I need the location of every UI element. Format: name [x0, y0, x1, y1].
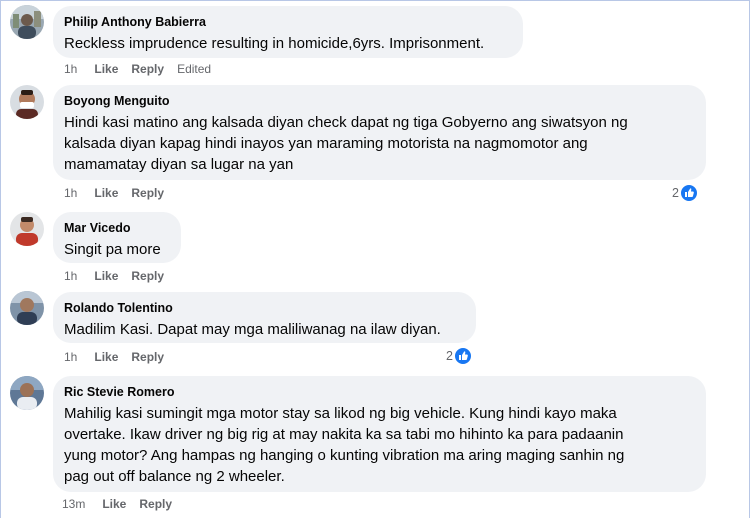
like-button[interactable]: Like	[94, 62, 118, 76]
comment-text-line: Mahilig kasi sumingit mga motor stay sa …	[64, 405, 617, 422]
comment-author[interactable]: Ric Stevie Romero	[64, 384, 694, 400]
comment-text-line: yung motor? Ang hampas ng hanging o kunt…	[64, 447, 625, 464]
avatar[interactable]	[10, 5, 44, 39]
reaction-count: 2	[672, 186, 679, 200]
comment-text-line: kalsada diyan kapag hindi inayos yan mar…	[64, 135, 588, 152]
reaction-summary[interactable]: 2	[672, 183, 698, 203]
reply-button[interactable]: Reply	[131, 186, 164, 200]
like-button[interactable]: Like	[94, 350, 118, 364]
comment-text-line: Hindi kasi matino ang kalsada diyan chec…	[64, 114, 628, 131]
comment-text: Reckless imprudence resulting in homicid…	[64, 35, 485, 52]
comment-timestamp[interactable]: 1h	[64, 269, 77, 283]
avatar[interactable]	[10, 212, 44, 246]
comment-text-line: mamamatay diyan sa lugar na yan	[64, 156, 294, 173]
reaction-count: 2	[446, 349, 453, 363]
comment-actions: 13m Like Reply	[62, 497, 185, 511]
comment-author[interactable]: Rolando Tolentino	[64, 300, 464, 316]
comment-author[interactable]: Boyong Menguito	[64, 93, 694, 109]
comment-bubble: Mar Vicedo Singit pa more	[53, 212, 181, 263]
comment-bubble: Boyong Menguito Hindi kasi matino ang ka…	[53, 85, 706, 180]
avatar[interactable]	[10, 291, 44, 325]
like-reaction-icon	[679, 184, 698, 202]
comment-actions: 1h Like Reply	[64, 269, 177, 283]
reply-button[interactable]: Reply	[131, 62, 164, 76]
comment-timestamp[interactable]: 1h	[64, 350, 77, 364]
comment-actions: 1h Like Reply	[64, 186, 177, 200]
comment-author[interactable]: Philip Anthony Babierra	[64, 14, 511, 30]
comment-actions: 1h Like Reply Edited	[64, 62, 224, 76]
reply-button[interactable]: Reply	[131, 269, 164, 283]
comment-actions: 1h Like Reply	[64, 350, 177, 364]
comment-bubble: Ric Stevie Romero Mahilig kasi sumingit …	[53, 376, 706, 492]
like-reaction-icon	[453, 347, 472, 365]
comment-text-line: overtake. Ikaw driver ng big rig at may …	[64, 426, 624, 443]
reply-button[interactable]: Reply	[139, 497, 172, 511]
comment-bubble: Philip Anthony Babierra Reckless imprude…	[53, 6, 523, 58]
avatar[interactable]	[10, 85, 44, 119]
comment-text-line: pag out off balance ng 2 wheeler.	[64, 468, 285, 485]
edited-label[interactable]: Edited	[177, 62, 211, 76]
reply-button[interactable]: Reply	[131, 350, 164, 364]
comment-timestamp[interactable]: 1h	[64, 62, 77, 76]
comment-text: Singit pa more	[64, 241, 161, 258]
avatar[interactable]	[10, 376, 44, 410]
reaction-summary[interactable]: 2	[446, 346, 472, 366]
like-button[interactable]: Like	[94, 186, 118, 200]
comment-author[interactable]: Mar Vicedo	[64, 220, 169, 236]
like-button[interactable]: Like	[102, 497, 126, 511]
comment-timestamp[interactable]: 1h	[64, 186, 77, 200]
comment-text: Madilim Kasi. Dapat may mga maliliwanag …	[64, 321, 441, 338]
window-frame-top	[0, 0, 750, 1]
like-button[interactable]: Like	[94, 269, 118, 283]
window-frame-left	[0, 0, 1, 518]
comment-timestamp[interactable]: 13m	[62, 497, 85, 511]
comment-bubble: Rolando Tolentino Madilim Kasi. Dapat ma…	[53, 292, 476, 343]
